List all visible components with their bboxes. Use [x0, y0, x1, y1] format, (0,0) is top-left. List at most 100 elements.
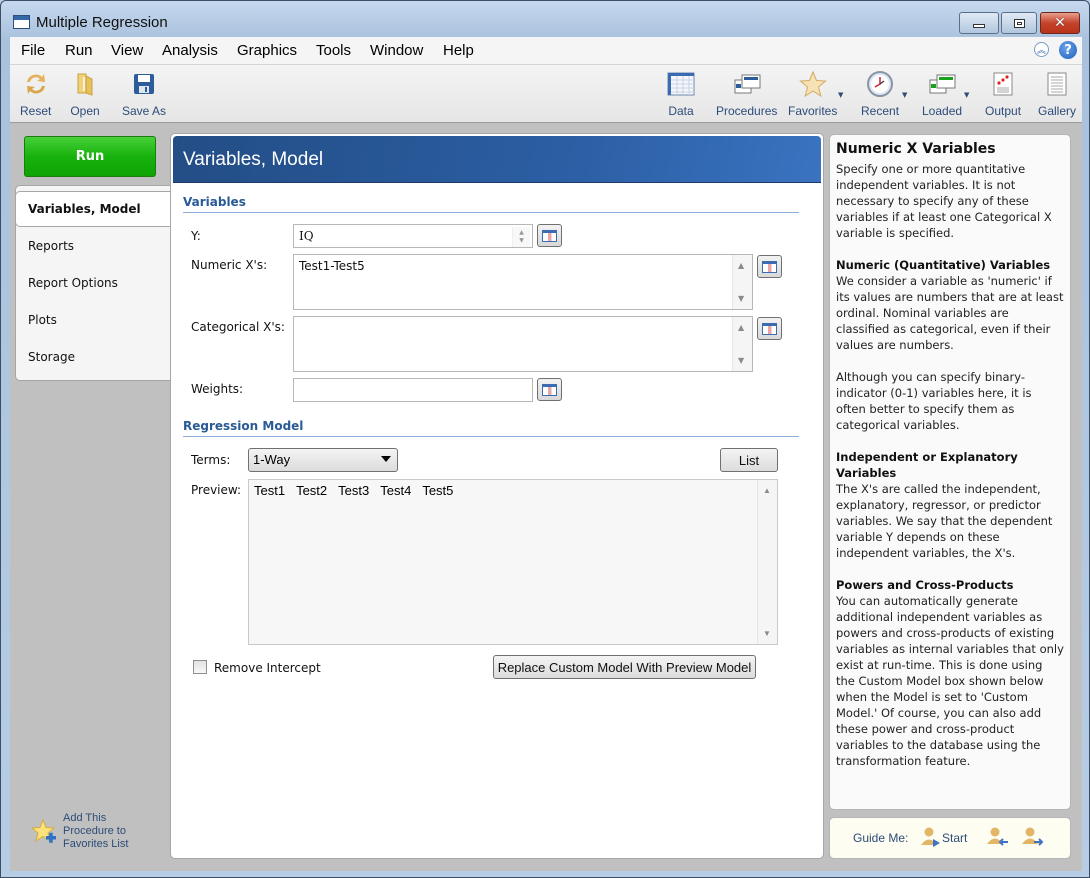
add-favorite-icon[interactable] — [30, 818, 56, 843]
help-section-body: We consider a variable as 'numeric' if i… — [836, 274, 1064, 352]
guide-me-label: Guide Me: — [853, 831, 909, 845]
preview-term: Test5 — [422, 483, 454, 498]
chevron-down-icon — [381, 456, 391, 462]
close-button[interactable]: ✕ — [1040, 12, 1080, 34]
menu-run[interactable]: Run — [65, 42, 93, 59]
procedures-button[interactable]: Procedures — [716, 69, 777, 118]
title-bar: Multiple Regression ✕ — [1, 1, 1089, 37]
weights-field[interactable] — [293, 378, 533, 402]
guide-back-icon[interactable] — [987, 826, 1009, 848]
y-spinner[interactable]: ▲ ▼ — [512, 227, 530, 247]
numeric-x-field[interactable]: Test1-Test5 ▲ ▼ — [293, 254, 753, 310]
categorical-x-variable-picker-button[interactable] — [757, 317, 782, 340]
maximize-button[interactable] — [1001, 12, 1037, 34]
gallery-label: Gallery — [1038, 104, 1077, 118]
save-as-button[interactable]: Save As — [122, 69, 166, 118]
page-title: Variables, Model — [183, 149, 324, 170]
guide-forward-icon[interactable] — [1022, 826, 1044, 848]
terms-dropdown[interactable]: 1-Way — [248, 448, 398, 472]
star-icon — [798, 69, 828, 99]
menu-file[interactable]: File — [21, 42, 45, 59]
data-grid-icon — [666, 69, 696, 99]
window-title: Multiple Regression — [36, 14, 168, 31]
preview-scrollbar[interactable]: ▲ ▼ — [757, 480, 777, 644]
replace-custom-model-button[interactable]: Replace Custom Model With Preview Model — [493, 655, 756, 679]
maximize-icon — [1013, 18, 1025, 28]
sidebar-item-storage[interactable]: Storage — [16, 339, 173, 375]
list-button[interactable]: List — [720, 448, 778, 472]
loaded-dropdown-icon[interactable]: ▼ — [964, 91, 969, 99]
output-button[interactable]: Output — [985, 69, 1021, 118]
preview-box[interactable]: Test1 Test2 Test3 Test4 Test5 ▲ ▼ — [248, 479, 778, 645]
reset-button[interactable]: Reset — [20, 69, 51, 118]
help-panel: Numeric X Variables Specify one or more … — [829, 134, 1071, 810]
categorical-x-scrollbar[interactable]: ▲ ▼ — [732, 317, 752, 371]
recent-button[interactable]: Recent — [861, 69, 899, 118]
menu-tools[interactable]: Tools — [316, 42, 351, 59]
variable-grid-icon — [762, 322, 777, 335]
y-field[interactable]: IQ ▲ ▼ — [293, 224, 533, 248]
menu-analysis[interactable]: Analysis — [162, 42, 218, 59]
data-label: Data — [668, 104, 694, 118]
add-to-favorites-link[interactable]: Add This Procedure to Favorites List — [63, 812, 128, 851]
save-as-label: Save As — [122, 104, 167, 118]
sidebar-item-reports[interactable]: Reports — [16, 228, 173, 264]
y-variable-picker-button[interactable] — [537, 224, 562, 247]
procedures-icon — [732, 69, 762, 99]
minimize-button[interactable] — [959, 12, 999, 34]
categorical-x-field[interactable]: ▲ ▼ — [293, 316, 753, 372]
gallery-button[interactable]: Gallery — [1038, 69, 1076, 118]
collapse-ribbon-icon[interactable]: ︽ — [1034, 42, 1049, 57]
y-label: Y: — [191, 229, 201, 243]
help-icon[interactable]: ? — [1059, 41, 1077, 59]
menu-window[interactable]: Window — [370, 42, 423, 59]
y-value: IQ — [299, 229, 314, 243]
preview-term: Test1 — [254, 483, 286, 498]
help-section-body: You can automatically generate additiona… — [836, 594, 1064, 768]
menu-help[interactable]: Help — [443, 42, 474, 59]
help-title: Numeric X Variables — [836, 141, 996, 157]
menu-view[interactable]: View — [111, 42, 143, 59]
close-icon: ✕ — [1054, 15, 1066, 31]
sidebar-item-report-options[interactable]: Report Options — [16, 265, 173, 301]
recent-dropdown-icon[interactable]: ▼ — [902, 91, 907, 99]
help-section-heading: Numeric (Quantitative) Variables — [836, 258, 1051, 272]
recent-label: Recent — [861, 104, 900, 118]
favorites-label: Favorites — [788, 104, 838, 118]
weights-variable-picker-button[interactable] — [537, 378, 562, 401]
numeric-x-scrollbar[interactable]: ▲ ▼ — [732, 255, 752, 309]
app-window: Multiple Regression ✕ File Run View Anal… — [0, 0, 1090, 878]
favorites-dropdown-icon[interactable]: ▼ — [838, 91, 843, 99]
help-section: Powers and Cross-Products You can automa… — [836, 577, 1064, 769]
sidebar-item-plots[interactable]: Plots — [16, 302, 173, 338]
content-area: Run Variables, Model Reports Report Opti… — [10, 123, 1082, 871]
reset-label: Reset — [20, 104, 52, 118]
section-divider — [183, 436, 799, 437]
panel-header: Variables, Model — [173, 136, 821, 183]
clock-icon — [865, 69, 895, 99]
remove-intercept-checkbox[interactable] — [193, 660, 207, 674]
sidebar-item-variables-model[interactable]: Variables, Model — [15, 191, 173, 227]
minimize-icon — [973, 24, 985, 28]
preview-term: Test4 — [380, 483, 412, 498]
open-folder-icon — [70, 69, 100, 99]
guide-start-icon[interactable] — [920, 826, 942, 848]
categorical-x-label: Categorical X's: — [191, 320, 285, 334]
favorites-button[interactable]: Favorites — [788, 69, 837, 118]
loaded-button[interactable]: Loaded — [922, 69, 962, 118]
guide-start-button[interactable]: Start — [942, 831, 967, 845]
data-button[interactable]: Data — [666, 69, 696, 118]
help-section-heading: Independent or Explanatory Variables — [836, 450, 1018, 480]
open-button[interactable]: Open — [70, 69, 100, 118]
run-button[interactable]: Run — [24, 136, 156, 177]
variable-grid-icon — [542, 383, 557, 396]
favorites-text-line: Procedure to — [63, 825, 126, 837]
variables-section-title: Variables — [183, 195, 246, 209]
menu-graphics[interactable]: Graphics — [237, 42, 297, 59]
save-icon — [129, 69, 159, 99]
main-panel: Variables, Model Variables Y: IQ ▲ ▼ Nume… — [170, 133, 824, 859]
gallery-icon — [1042, 69, 1072, 99]
favorites-text-line: Add This — [63, 812, 107, 824]
reset-icon — [21, 69, 51, 99]
numeric-x-variable-picker-button[interactable] — [757, 255, 782, 278]
